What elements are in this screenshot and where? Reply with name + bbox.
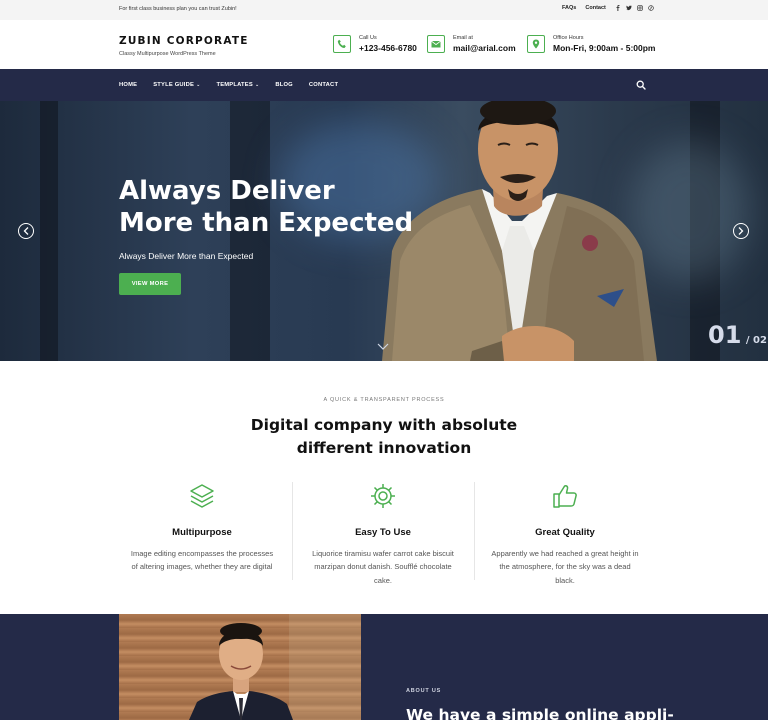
- site-header: ZUBIN CORPORATE Classy Multipurpose Word…: [0, 20, 768, 69]
- feature-easy-to-use: Easy To Use Liquorice tiramisu wafer car…: [298, 482, 468, 587]
- nav-label: HOME: [119, 82, 138, 88]
- feature-title: Multipurpose: [172, 527, 232, 538]
- nav-label: STYLE GUIDE: [153, 82, 195, 88]
- feature-title: Great Quality: [535, 527, 595, 538]
- nav-item-templates[interactable]: TEMPLATES ⌄: [216, 82, 259, 88]
- nav-label: BLOG: [275, 82, 293, 88]
- search-icon[interactable]: [636, 80, 646, 90]
- contact-hours: Office Hours Mon-Fri, 9:00am - 5:00pm: [527, 35, 656, 53]
- faqs-link[interactable]: FAQs: [562, 5, 576, 11]
- hero-title-line: Always Deliver: [119, 176, 335, 206]
- feature-divider: [474, 482, 475, 580]
- contact-link[interactable]: Contact: [585, 5, 605, 11]
- chevron-down-icon: ⌄: [254, 82, 260, 88]
- about-section: ABOUT US We have a simple online appli-: [0, 614, 768, 720]
- chevron-right-icon: [738, 227, 744, 235]
- feature-multipurpose: Multipurpose Image editing encompasses t…: [117, 482, 287, 574]
- nav-item-contact[interactable]: CONTACT: [309, 82, 338, 88]
- brand-name: ZUBIN CORPORATE: [119, 35, 249, 47]
- feature-title: Easy To Use: [355, 527, 411, 538]
- background-column: [40, 101, 58, 361]
- next-slide-button[interactable]: [733, 223, 749, 239]
- slide-total: / 02: [745, 335, 767, 346]
- nav-label: CONTACT: [308, 82, 339, 88]
- nav-item-style-guide[interactable]: STYLE GUIDE ⌄: [153, 82, 200, 88]
- prev-slide-button[interactable]: [18, 223, 34, 239]
- nav-label: TEMPLATES: [216, 82, 253, 88]
- call-value[interactable]: +123-456-6780: [359, 43, 417, 53]
- thumbs-up-icon: [553, 485, 577, 508]
- envelope-icon: [427, 35, 445, 53]
- hero-title-line: More than Expected: [119, 208, 414, 238]
- layers-icon: [190, 484, 214, 508]
- main-nav: HOME STYLE GUIDE ⌄ TEMPLATES ⌄ BLOG CONTAC…: [0, 69, 768, 101]
- about-kicker: ABOUT US: [406, 688, 442, 694]
- feature-great-quality: Great Quality Apparently we had reached …: [480, 482, 650, 587]
- scroll-down-icon[interactable]: [377, 343, 389, 351]
- about-photo: [119, 614, 361, 720]
- hero-title: Always Deliver More than Expected: [119, 175, 413, 239]
- call-label: Call Us: [359, 35, 377, 41]
- gear-icon: [371, 484, 395, 508]
- map-pin-icon: [527, 35, 545, 53]
- about-title: We have a simple online appli-: [406, 706, 674, 720]
- top-bar: For first class business plan you can tr…: [0, 0, 768, 20]
- hero-subtitle: Always Deliver More than Expected: [119, 251, 254, 261]
- email-label: Email at: [453, 35, 473, 41]
- brand-subtitle: Classy Multipurpose WordPress Theme: [119, 51, 216, 57]
- process-kicker: A QUICK & TRANSPARENT PROCESS: [323, 397, 445, 403]
- slide-counter: 01 / 02: [708, 321, 767, 349]
- hours-value: Mon-Fri, 9:00am - 5:00pm: [553, 43, 656, 53]
- pinterest-icon[interactable]: [648, 5, 654, 11]
- slide-current: 01: [708, 321, 742, 349]
- process-title-line: different innovation: [296, 439, 472, 457]
- top-tagline: For first class business plan you can tr…: [119, 6, 237, 12]
- view-more-button[interactable]: VIEW MORE: [119, 273, 181, 295]
- instagram-icon[interactable]: [637, 5, 643, 11]
- nav-item-blog[interactable]: BLOG: [275, 82, 293, 88]
- phone-icon: [333, 35, 351, 53]
- feature-description: Liquorice tiramisu wafer carrot cake bis…: [312, 549, 454, 585]
- feature-description: Image editing encompasses the processes …: [130, 549, 274, 572]
- feature-description: Apparently we had reached a great height…: [491, 549, 639, 585]
- contact-call: Call Us +123-456-6780: [333, 35, 417, 53]
- facebook-icon[interactable]: [615, 5, 621, 11]
- chevron-left-icon: [23, 227, 29, 235]
- contact-email: Email at mail@arial.com: [427, 35, 516, 53]
- hero-slider: Always Deliver More than Expected Always…: [0, 101, 768, 361]
- nav-item-home[interactable]: HOME: [119, 82, 137, 88]
- hours-label: Office Hours: [553, 35, 584, 41]
- process-title-line: Digital company with absolute: [250, 416, 518, 434]
- brand-logo[interactable]: ZUBIN CORPORATE Classy Multipurpose Word…: [119, 35, 249, 57]
- about-person-image: [189, 614, 361, 720]
- twitter-icon[interactable]: [625, 5, 632, 11]
- email-value[interactable]: mail@arial.com: [453, 43, 516, 53]
- feature-divider: [292, 482, 293, 580]
- top-links: FAQs Contact: [562, 5, 659, 11]
- chevron-down-icon: ⌄: [196, 82, 201, 88]
- process-title: Digital company with absolute different …: [234, 414, 534, 460]
